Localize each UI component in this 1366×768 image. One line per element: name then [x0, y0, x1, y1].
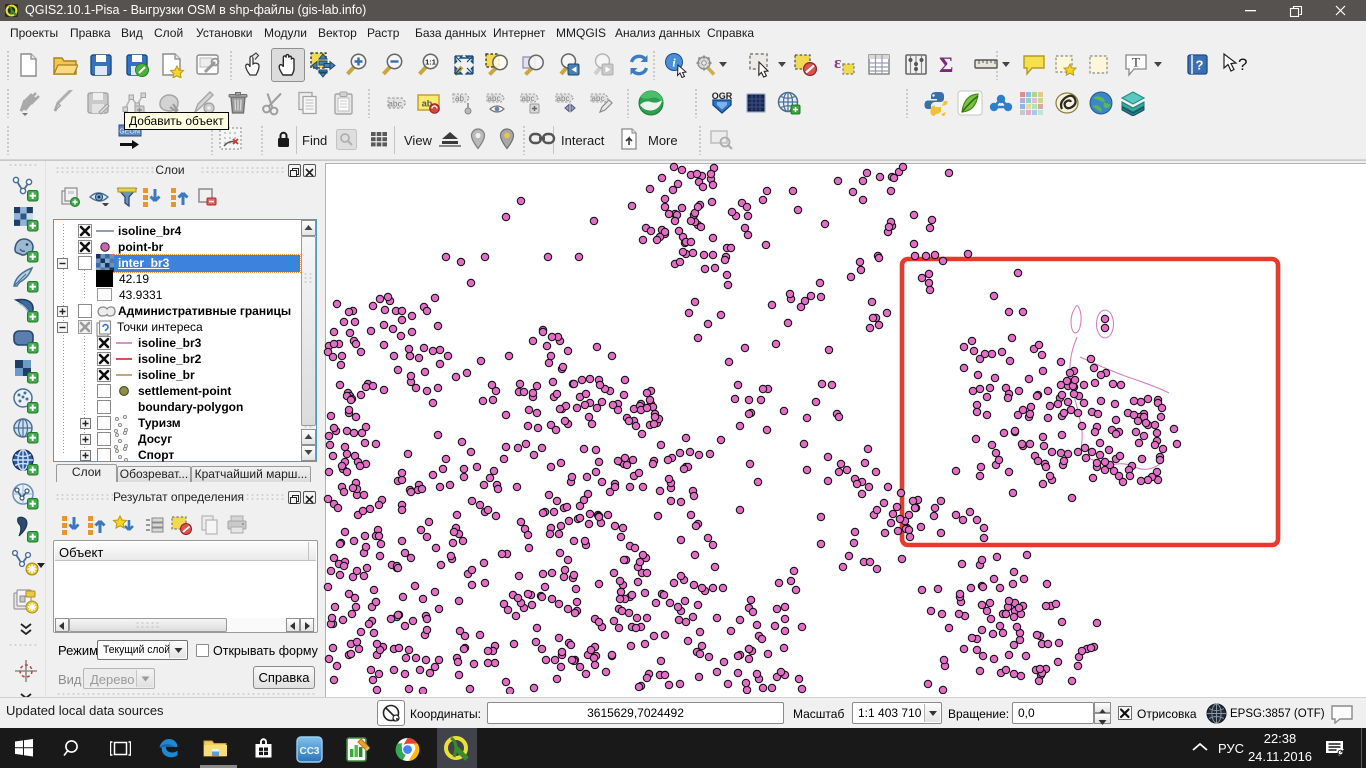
svg-text:abc: abc — [522, 94, 535, 103]
svg-text:ε: ε — [834, 53, 841, 72]
svg-text:1:1: 1:1 — [425, 58, 436, 67]
svg-text:abc: abc — [557, 94, 570, 103]
svg-text:Σ: Σ — [939, 52, 953, 77]
svg-text:T: T — [1132, 55, 1140, 70]
svg-text:?: ? — [1238, 55, 1247, 74]
svg-text:abc: abc — [488, 94, 501, 103]
svg-text:ab: ab — [455, 94, 464, 103]
svg-text:?: ? — [1196, 58, 1204, 73]
svg-text:CC3: CC3 — [299, 746, 319, 757]
svg-text:abc: abc — [592, 94, 605, 103]
svg-text:abc: abc — [388, 99, 402, 109]
